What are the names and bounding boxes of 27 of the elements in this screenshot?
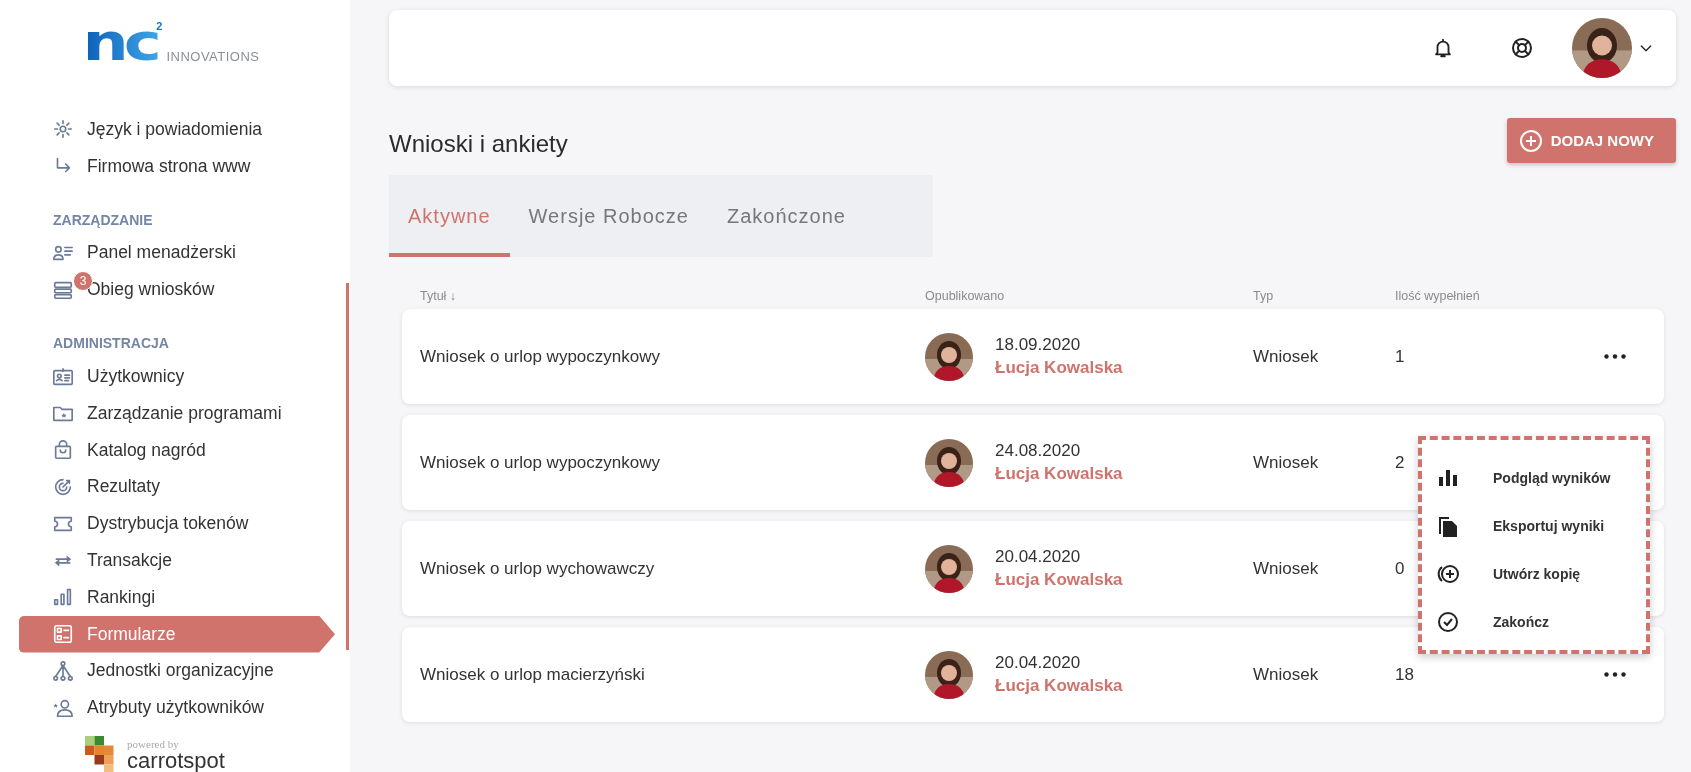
author-name: Łucja Kowalska	[995, 676, 1123, 696]
brand-name: carrotspot	[127, 750, 225, 772]
form-type: Wniosek	[1253, 346, 1319, 367]
fill-count: 2	[1395, 452, 1405, 473]
logo-superscript: 2	[156, 20, 163, 32]
author-name: Łucja Kowalska	[995, 464, 1123, 484]
form-type: Wniosek	[1253, 452, 1319, 473]
form-type: Wniosek	[1253, 558, 1319, 579]
form-title: Wniosek o urlop wypoczynkowy	[420, 452, 660, 473]
logo-text: INNOVATIONS	[166, 49, 260, 64]
form-title: Wniosek o urlop macierzyński	[420, 664, 645, 685]
fill-count: 1	[1395, 346, 1405, 367]
publish-date: 20.04.2020	[995, 547, 1082, 567]
author-name: Łucja Kowalska	[995, 358, 1123, 378]
publish-date: 24.08.2020	[995, 441, 1082, 461]
form-title: Wniosek o urlop wychowawczy	[420, 558, 655, 579]
form-type: Wniosek	[1253, 664, 1319, 685]
author-name: Łucja Kowalska	[995, 570, 1123, 590]
fill-count: 0	[1395, 558, 1405, 579]
section-heading: ZARZĄDZANIE	[52, 210, 154, 230]
publish-date: 18.09.2020	[995, 335, 1082, 355]
section-heading: ADMINISTRACJA	[52, 334, 170, 354]
powered-by-caption: powered by	[127, 738, 180, 751]
publish-date: 20.04.2020	[995, 653, 1082, 673]
fill-count: 18	[1395, 664, 1414, 685]
page-title: Wnioski i ankiety	[389, 130, 568, 158]
form-title: Wniosek o urlop wypoczynkowy	[420, 346, 660, 367]
